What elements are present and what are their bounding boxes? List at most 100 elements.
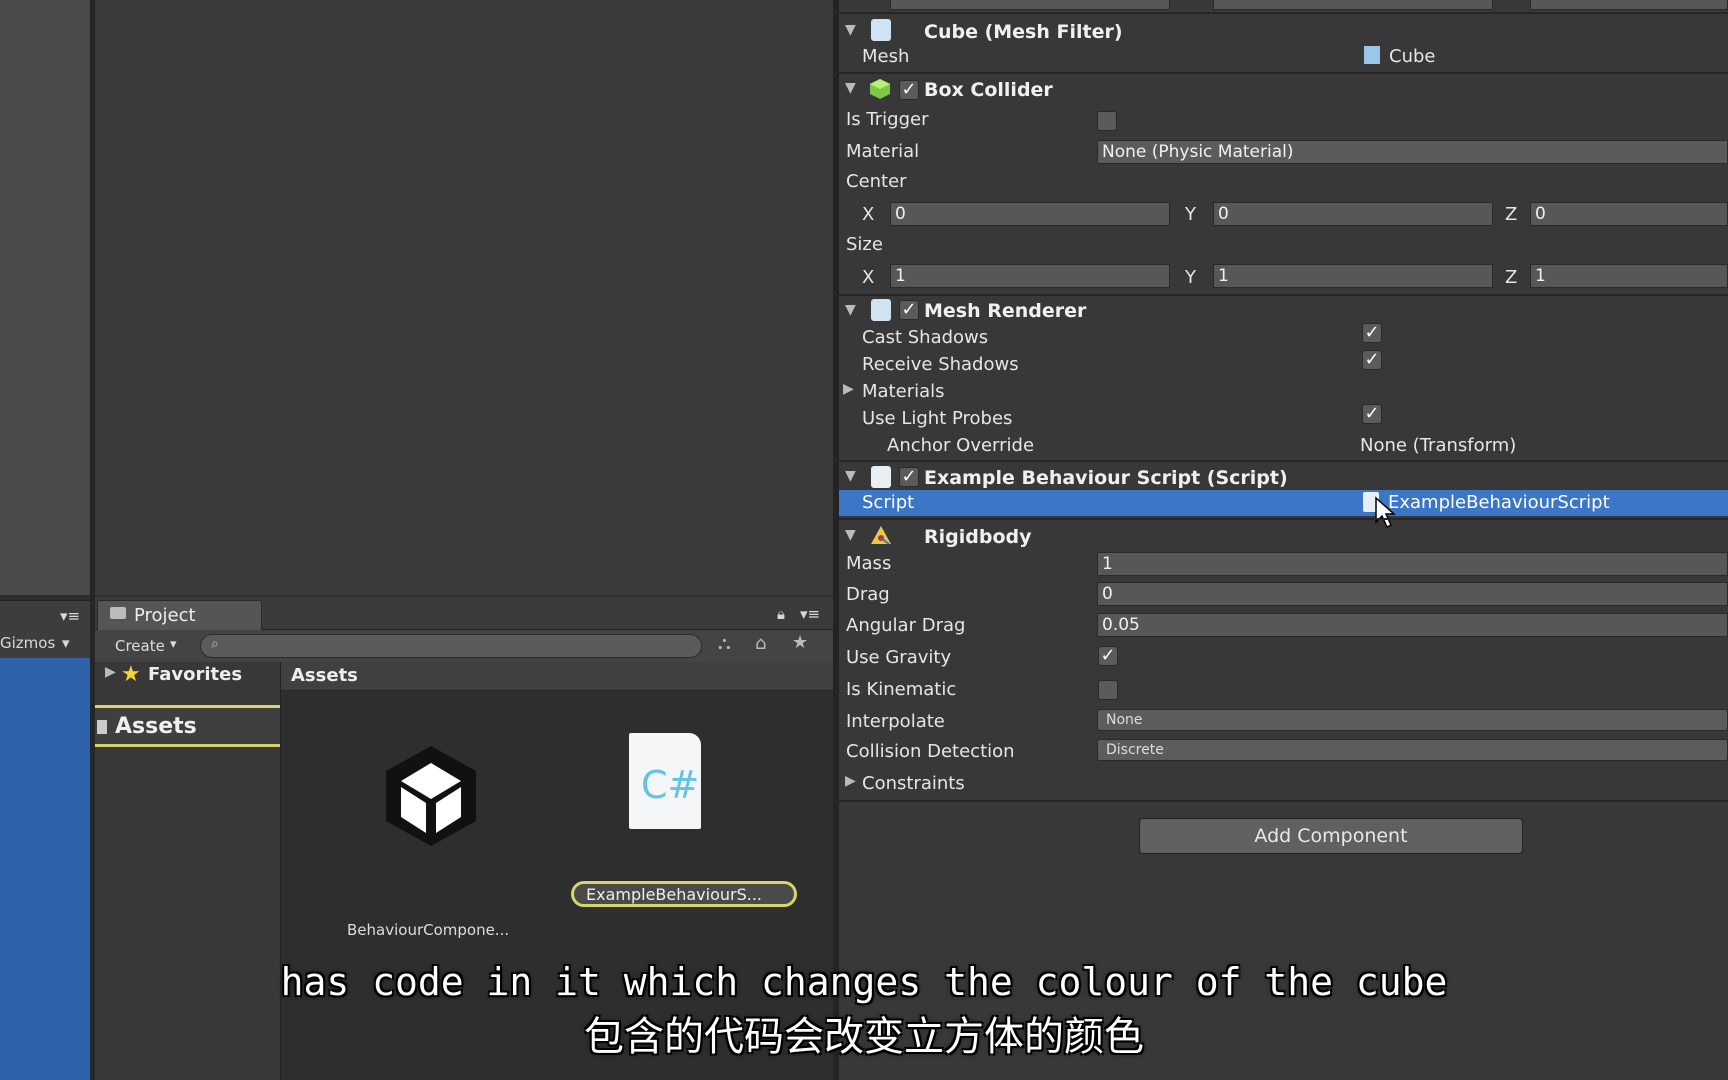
field-label[interactable]: Constraints [862, 773, 965, 794]
center-x-input[interactable]: 0 [890, 202, 1170, 226]
add-component-button[interactable]: Add Component [1139, 818, 1523, 854]
divider [839, 12, 1728, 14]
asset-item[interactable]: BehaviourCompone... [341, 731, 521, 939]
field-label: Receive Shadows [862, 354, 1019, 375]
axis-label: Y [1185, 267, 1196, 288]
folder-item-assets[interactable]: Assets [95, 708, 280, 744]
cast-shadows-checkbox[interactable]: ✓ [1362, 323, 1382, 343]
expand-triangle-icon[interactable]: ▶ [845, 773, 856, 789]
subtitle-chinese: 包含的代码会改变立方体的颜色 [584, 1014, 1144, 1060]
component-title[interactable]: Box Collider [924, 79, 1053, 101]
axis-label: Y [1185, 204, 1196, 225]
field-label: Interpolate [846, 711, 945, 732]
expand-triangle-icon[interactable]: ▶ [105, 664, 116, 680]
foldout-triangle-icon[interactable]: ▼ [845, 302, 856, 318]
mesh-filter-icon [871, 19, 891, 41]
subtitle-english: has code in it which changes the colour … [280, 960, 1448, 1004]
foldout-triangle-icon[interactable]: ▼ [845, 527, 856, 543]
partial-field[interactable] [1530, 0, 1728, 10]
favorites-star-icon[interactable]: ★ [792, 632, 808, 653]
field-label: Drag [846, 584, 890, 605]
field-label[interactable]: Materials [862, 381, 945, 402]
script-file-icon [871, 466, 891, 488]
component-enabled-checkbox[interactable]: ✓ [899, 80, 919, 100]
foldout-triangle-icon[interactable]: ▼ [845, 468, 856, 484]
asset-item-selected[interactable]: C# ExampleBehaviourS... [571, 731, 797, 921]
axis-label: Z [1505, 267, 1518, 288]
field-label: Material [846, 141, 920, 162]
lock-icon[interactable]: 🔒︎ [777, 605, 785, 623]
angular-drag-input[interactable]: 0.05 [1097, 613, 1728, 637]
script-object-field[interactable]: ExampleBehaviourScript [1388, 492, 1610, 513]
component-title[interactable]: Cube (Mesh Filter) [924, 21, 1123, 43]
asset-name: ExampleBehaviourS... [586, 885, 763, 904]
component-enabled-checkbox[interactable]: ✓ [899, 467, 919, 487]
asset-name-highlight: ExampleBehaviourS... [571, 881, 797, 907]
component-enabled-checkbox[interactable]: ✓ [899, 300, 919, 320]
drag-input[interactable]: 0 [1097, 582, 1728, 606]
mesh-renderer-icon [871, 299, 891, 321]
interpolate-dropdown[interactable]: None [1097, 709, 1728, 731]
foldout-triangle-icon[interactable]: ▼ [845, 22, 856, 38]
expand-triangle-icon[interactable]: ▶ [843, 381, 854, 397]
star-icon: ★ [121, 662, 141, 687]
field-label: Center [846, 171, 907, 192]
favorites-label[interactable]: Favorites [148, 664, 242, 685]
center-y-input[interactable]: 0 [1213, 202, 1493, 226]
use-light-probes-checkbox[interactable]: ✓ [1362, 404, 1382, 424]
create-button[interactable]: Create ▾ [103, 634, 183, 658]
partial-field[interactable] [1213, 0, 1493, 10]
folder-icon [110, 607, 126, 619]
field-label: Is Trigger [846, 109, 929, 130]
mesh-value[interactable]: Cube [1389, 46, 1435, 67]
scene-hierarchy-panel [0, 0, 90, 595]
folder-icon [97, 720, 107, 734]
anchor-override-field[interactable]: None (Transform) [1360, 435, 1516, 456]
size-y-input[interactable]: 1 [1213, 264, 1493, 288]
center-z-input[interactable]: 0 [1530, 202, 1728, 226]
is-kinematic-checkbox[interactable] [1098, 680, 1118, 700]
is-trigger-checkbox[interactable] [1097, 111, 1117, 131]
size-x-input[interactable]: 1 [890, 264, 1170, 288]
mesh-grid-icon [1364, 46, 1380, 64]
axis-label: X [862, 204, 875, 225]
field-label: Is Kinematic [846, 679, 957, 700]
search-input[interactable]: ⌕ [200, 634, 702, 658]
panel-menu-icon[interactable]: ▾≡ [800, 605, 820, 623]
tab-label: Project [134, 605, 196, 626]
foldout-triangle-icon[interactable]: ▼ [845, 80, 856, 96]
folder-label: Assets [115, 714, 197, 739]
selection-highlight [95, 744, 280, 747]
component-title[interactable]: Example Behaviour Script (Script) [924, 467, 1288, 489]
unity-logo-icon [386, 746, 476, 846]
axis-label: X [862, 267, 875, 288]
chevron-down-icon: ▾ [170, 637, 177, 652]
filter-by-type-icon[interactable]: ⛬ [718, 633, 731, 654]
rigidbody-icon [871, 526, 891, 545]
breadcrumb-label[interactable]: Assets [291, 665, 358, 686]
gizmos-button[interactable]: Gizmos [0, 634, 55, 652]
component-title[interactable]: Rigidbody [924, 526, 1032, 548]
scene-view[interactable] [95, 0, 835, 595]
field-label: Cast Shadows [862, 327, 989, 348]
tab-project[interactable]: Project [97, 600, 262, 631]
use-gravity-checkbox[interactable]: ✓ [1098, 646, 1118, 666]
csharp-file-icon: C# [629, 733, 701, 829]
mouse-cursor-icon [1375, 496, 1396, 529]
size-z-input[interactable]: 1 [1530, 264, 1728, 288]
collision-detection-dropdown[interactable]: Discrete [1097, 739, 1728, 761]
receive-shadows-checkbox[interactable]: ✓ [1362, 350, 1382, 370]
panel-menu-icon[interactable]: ▾≡ [60, 607, 80, 625]
field-label: Mesh [862, 46, 910, 67]
assets-breadcrumb: Assets [281, 662, 833, 691]
asset-name: BehaviourCompone... [347, 921, 510, 939]
material-object-field[interactable]: None (Physic Material) [1097, 140, 1728, 164]
component-title[interactable]: Mesh Renderer [924, 300, 1086, 322]
partial-field[interactable] [890, 0, 1170, 10]
filter-by-label-icon[interactable]: ⌂ [755, 633, 766, 654]
search-icon: ⌕ [211, 636, 219, 652]
box-collider-icon [870, 79, 890, 99]
axis-label: Z [1505, 204, 1518, 225]
chevron-down-icon[interactable]: ▾ [62, 634, 70, 652]
mass-input[interactable]: 1 [1097, 552, 1728, 576]
